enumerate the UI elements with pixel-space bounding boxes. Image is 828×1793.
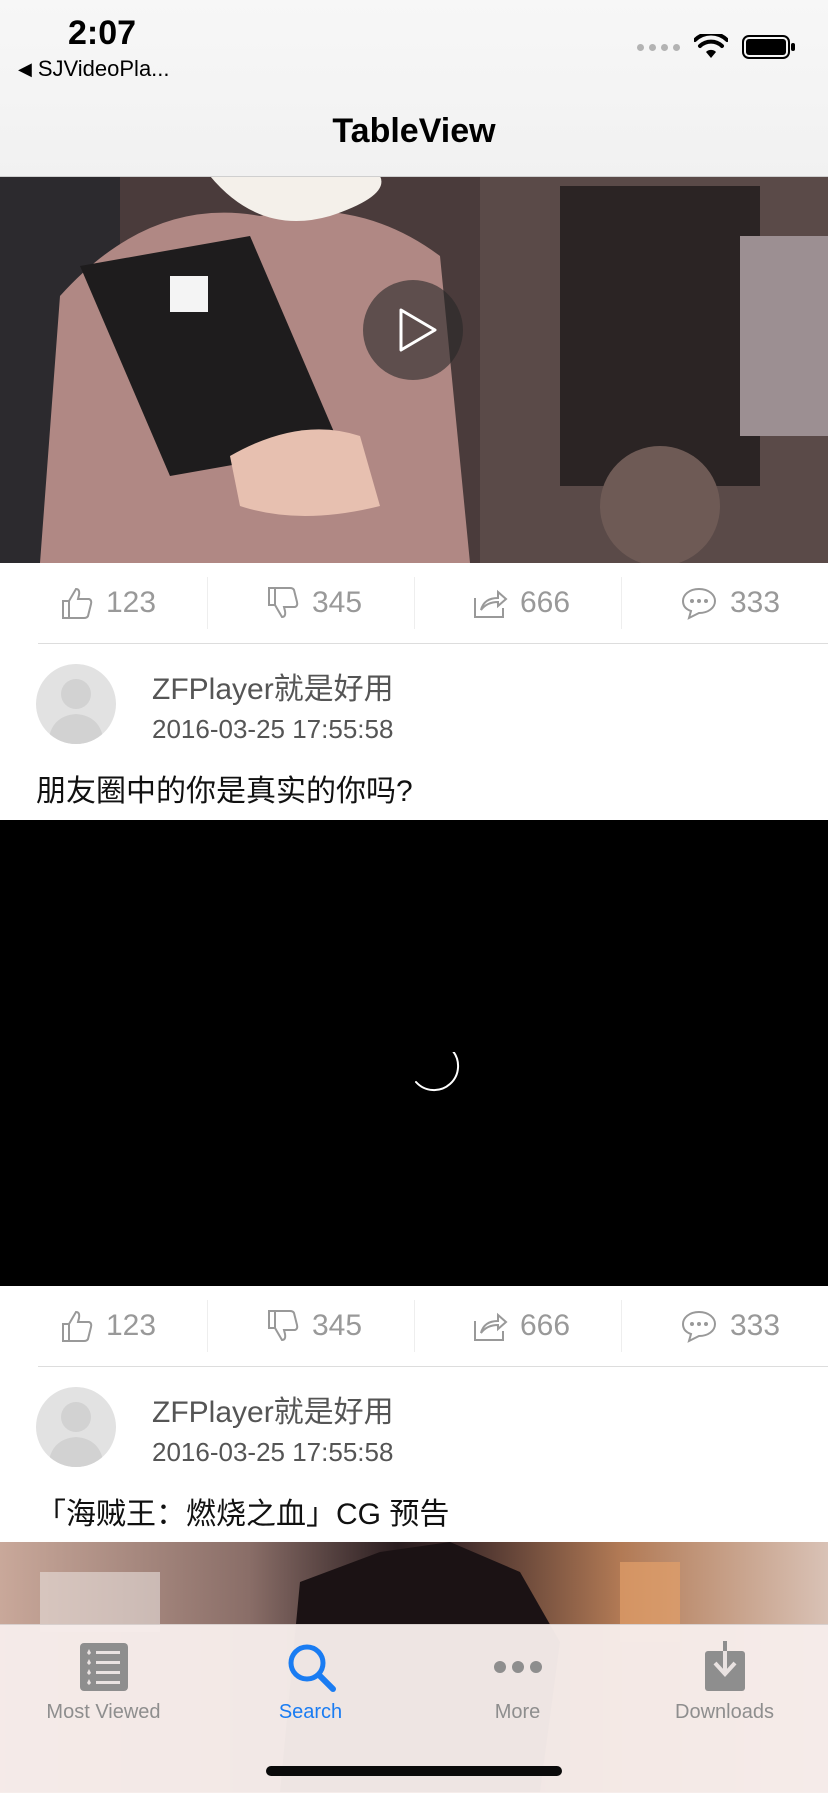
post-date: 2016-03-25 17:55:58 (152, 1437, 394, 1467)
status-indicators (637, 34, 796, 60)
share-button[interactable]: 666 (472, 563, 570, 643)
tab-label: Search (278, 1701, 343, 1723)
tab-label: More (494, 1701, 541, 1723)
author-name: ZFPlayer就是好用 (152, 673, 394, 706)
comment-icon (681, 1310, 717, 1343)
tab-label: Most Viewed (46, 1701, 161, 1723)
share-icon (474, 589, 508, 618)
avatar[interactable] (36, 1387, 116, 1467)
dislike-button[interactable]: 345 (266, 1286, 362, 1366)
user-placeholder-icon (48, 1402, 104, 1467)
loading-spinner-icon (415, 1052, 460, 1092)
avatar[interactable] (36, 664, 116, 744)
comment-button[interactable]: 333 (680, 563, 780, 643)
page-title: TableView (332, 112, 496, 150)
share-count: 666 (520, 1309, 571, 1342)
dislike-count: 345 (312, 586, 363, 619)
post-date: 2016-03-25 17:55:58 (152, 714, 394, 744)
comment-count: 333 (730, 1309, 781, 1342)
user-placeholder-icon (48, 679, 104, 744)
tab-search[interactable]: Search (207, 1625, 414, 1745)
divider (38, 1366, 828, 1367)
thumbs-up-icon (62, 1310, 93, 1342)
tab-downloads[interactable]: Downloads (621, 1625, 828, 1745)
divider (38, 643, 828, 644)
navigation-bar: 2:07 ◀ SJVideoPla... TableView (0, 0, 828, 177)
video-thumbnail-1[interactable] (0, 176, 828, 563)
tab-label: Downloads (675, 1701, 774, 1723)
thumbs-down-icon (268, 1310, 299, 1342)
more-icon (494, 1661, 542, 1673)
play-icon (399, 308, 437, 352)
share-button[interactable]: 666 (472, 1286, 570, 1366)
comment-icon (681, 587, 717, 620)
downloads-icon (705, 1641, 745, 1691)
search-icon (288, 1644, 336, 1692)
wifi-icon (694, 34, 728, 58)
post-caption: 「海贼王：燃烧之血」CG 预告 (36, 1498, 450, 1531)
post-caption: 朋友圈中的你是真实的你吗? (36, 775, 413, 808)
post-actions-bar: 123 345 666 333 (0, 1286, 828, 1366)
like-button[interactable]: 123 (60, 1286, 156, 1366)
thumbs-up-icon (62, 587, 93, 619)
thumbs-down-icon (268, 587, 299, 619)
back-to-app-button[interactable]: ◀ SJVideoPla... (18, 56, 170, 82)
cellular-signal-icon (637, 43, 680, 51)
dislike-count: 345 (312, 1309, 363, 1342)
share-count: 666 (520, 586, 571, 619)
video-player-2[interactable] (0, 820, 828, 1286)
comment-count: 333 (730, 586, 781, 619)
tab-more[interactable]: More (414, 1625, 621, 1745)
dislike-button[interactable]: 345 (266, 563, 362, 643)
battery-icon (742, 35, 795, 59)
like-count: 123 (106, 1309, 157, 1342)
post-actions-bar: 123 345 666 333 (0, 563, 828, 643)
comment-button[interactable]: 333 (680, 1286, 780, 1366)
author-name: ZFPlayer就是好用 (152, 1396, 394, 1429)
play-button[interactable] (363, 280, 463, 380)
like-count: 123 (106, 586, 157, 619)
home-indicator[interactable] (266, 1766, 562, 1776)
status-time: 2:07 (68, 14, 137, 52)
back-arrow-icon: ◀ (18, 58, 32, 79)
tab-most-viewed[interactable]: Most Viewed (0, 1625, 207, 1745)
back-app-label: SJVideoPla... (37, 56, 170, 81)
like-button[interactable]: 123 (60, 563, 156, 643)
share-icon (474, 1312, 508, 1341)
most-viewed-icon (80, 1643, 128, 1691)
